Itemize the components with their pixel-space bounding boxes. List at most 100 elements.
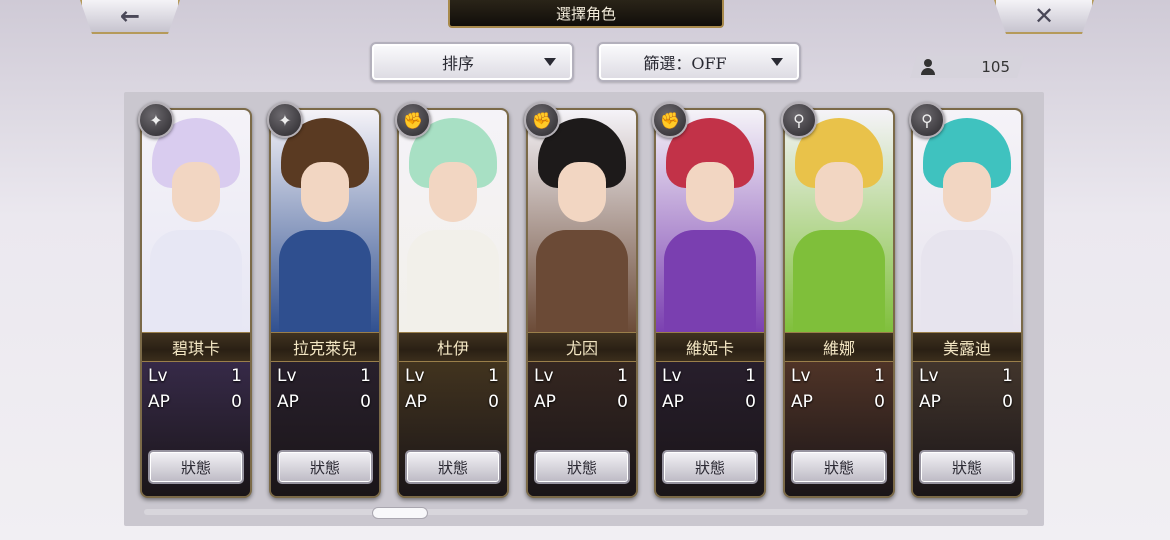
status-button[interactable]: 狀態 [148,450,244,484]
level-row: Lv 1 [534,366,628,390]
level-value: 1 [360,366,371,386]
ap-row: AP 0 [148,392,242,416]
level-label: Lv [662,366,682,386]
status-button[interactable]: 狀態 [277,450,373,484]
character-name: 維娜 [785,332,893,362]
character-name: 尤因 [528,332,636,362]
filter-label: 篩選：OFF [643,54,727,73]
level-row: Lv 1 [791,366,885,390]
character-portrait [785,110,893,334]
level-label: Lv [919,366,939,386]
character-portrait [271,110,379,334]
level-value: 1 [874,366,885,386]
character-portrait [913,110,1021,334]
ap-value: 0 [360,392,371,412]
level-label: Lv [405,366,425,386]
ap-label: AP [405,392,427,412]
weapon-type-icon: ✊ [652,102,688,138]
character-card[interactable]: 尤因 Lv 1 AP 0 狀態 [526,108,638,498]
portrait-face [943,162,991,222]
portrait-body [536,230,628,334]
weapon-type-icon: ✦ [138,102,174,138]
scrollbar-track[interactable] [144,509,1028,515]
level-value: 1 [231,366,242,386]
ap-label: AP [148,392,170,412]
ap-row: AP 0 [791,392,885,416]
status-button[interactable]: 狀態 [919,450,1015,484]
close-button[interactable]: ✕ [994,0,1094,34]
ap-row: AP 0 [277,392,371,416]
level-row: Lv 1 [662,366,756,390]
character-card[interactable]: 維娜 Lv 1 AP 0 狀態 [783,108,895,498]
chevron-down-icon [544,58,556,66]
level-label: Lv [277,366,297,386]
ap-row: AP 0 [662,392,756,416]
level-label: Lv [534,366,554,386]
portrait-face [301,162,349,222]
weapon-type-icon: ⚲ [781,102,817,138]
ap-value: 0 [488,392,499,412]
ap-label: AP [791,392,813,412]
character-portrait [142,110,250,334]
ap-value: 0 [745,392,756,412]
portrait-body [150,230,242,334]
portrait-body [279,230,371,334]
portrait-body [793,230,885,334]
character-card[interactable]: 碧琪卡 Lv 1 AP 0 狀態 [140,108,252,498]
ap-value: 0 [231,392,242,412]
portrait-body [407,230,499,334]
chevron-down-icon [771,58,783,66]
character-card[interactable]: 拉克萊兒 Lv 1 AP 0 狀態 [269,108,381,498]
portrait-face [686,162,734,222]
level-value: 1 [745,366,756,386]
character-name: 美露迪 [913,332,1021,362]
filter-dropdown[interactable]: 篩選：OFF [597,42,801,82]
ap-value: 0 [874,392,885,412]
back-arrow-icon: ← [119,2,141,30]
ap-label: AP [277,392,299,412]
character-name: 維婭卡 [656,332,764,362]
ap-value: 0 [617,392,628,412]
ap-row: AP 0 [919,392,1013,416]
character-count-value: 105 [981,58,1010,76]
ap-label: AP [534,392,556,412]
portrait-face [815,162,863,222]
portrait-face [558,162,606,222]
back-button[interactable]: ← [80,0,180,34]
scrollbar-thumb[interactable] [372,507,428,519]
status-button[interactable]: 狀態 [791,450,887,484]
sort-dropdown[interactable]: 排序 [370,42,574,82]
close-icon: ✕ [1033,2,1055,30]
weapon-type-icon: ✦ [267,102,303,138]
ap-value: 0 [1002,392,1013,412]
character-card[interactable]: 維婭卡 Lv 1 AP 0 狀態 [654,108,766,498]
portrait-body [664,230,756,334]
level-row: Lv 1 [148,366,242,390]
portrait-face [172,162,220,222]
level-row: Lv 1 [405,366,499,390]
weapon-type-icon: ⚲ [909,102,945,138]
person-icon [918,57,938,77]
ap-label: AP [662,392,684,412]
ap-row: AP 0 [405,392,499,416]
level-value: 1 [617,366,628,386]
status-button[interactable]: 狀態 [662,450,758,484]
level-value: 1 [488,366,499,386]
sort-label: 排序 [441,54,474,73]
status-button[interactable]: 狀態 [405,450,501,484]
character-name: 杜伊 [399,332,507,362]
level-label: Lv [791,366,811,386]
ap-row: AP 0 [534,392,628,416]
page-title: 選擇角色 [448,0,724,28]
character-card[interactable]: 美露迪 Lv 1 AP 0 狀態 [911,108,1023,498]
status-button[interactable]: 狀態 [534,450,630,484]
character-card[interactable]: 杜伊 Lv 1 AP 0 狀態 [397,108,509,498]
level-label: Lv [148,366,168,386]
character-count: 105 [910,56,1024,78]
character-portrait [656,110,764,334]
portrait-face [429,162,477,222]
weapon-type-icon: ✊ [395,102,431,138]
character-portrait [528,110,636,334]
character-name: 碧琪卡 [142,332,250,362]
ap-label: AP [919,392,941,412]
